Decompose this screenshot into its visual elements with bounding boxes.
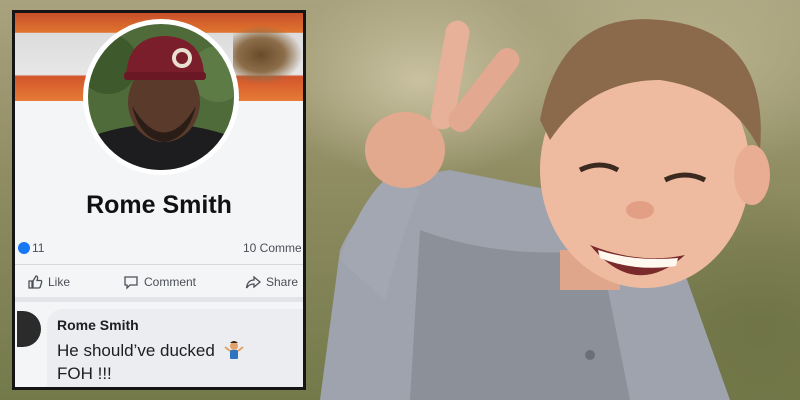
post-actions: Like Comment Share <box>15 269 303 295</box>
like-icon <box>28 275 43 289</box>
profile-name: Rome Smith <box>86 191 232 219</box>
shrug-emoji-icon <box>223 341 244 359</box>
reactions-bar[interactable]: 11 10 Comme <box>15 241 303 261</box>
like-label: Like <box>48 275 71 289</box>
cover-photo-detail <box>233 25 303 85</box>
reaction-count[interactable]: 11 <box>32 241 44 255</box>
comment-label: Comment <box>144 275 197 289</box>
comment-button[interactable]: Comment <box>123 271 196 293</box>
share-button[interactable]: Share <box>245 271 298 293</box>
comment-icon <box>124 276 138 290</box>
comment-text-line-2: FOH !!! <box>57 364 112 383</box>
comment-count[interactable]: 10 Comme <box>243 241 302 255</box>
comment-bubble: Rome Smith He should’ve ducked FOH !!! <box>47 309 303 387</box>
like-button[interactable]: Like <box>27 271 70 293</box>
share-icon <box>245 275 261 289</box>
comment-author[interactable]: Rome Smith <box>57 317 139 333</box>
comment-text: He should’ve ducked <box>57 341 215 360</box>
like-reaction-icon <box>18 242 30 254</box>
facebook-screenshot: Rome Smith 11 10 Comme Like Comment Shar… <box>12 10 306 390</box>
divider <box>15 264 303 265</box>
comment-avatar[interactable] <box>17 311 41 347</box>
share-label: Share <box>266 275 299 289</box>
profile-avatar[interactable] <box>88 24 234 170</box>
child-photo <box>320 19 770 400</box>
section-divider <box>15 297 303 302</box>
comment-text-line-1: He should’ve ducked <box>57 339 244 361</box>
